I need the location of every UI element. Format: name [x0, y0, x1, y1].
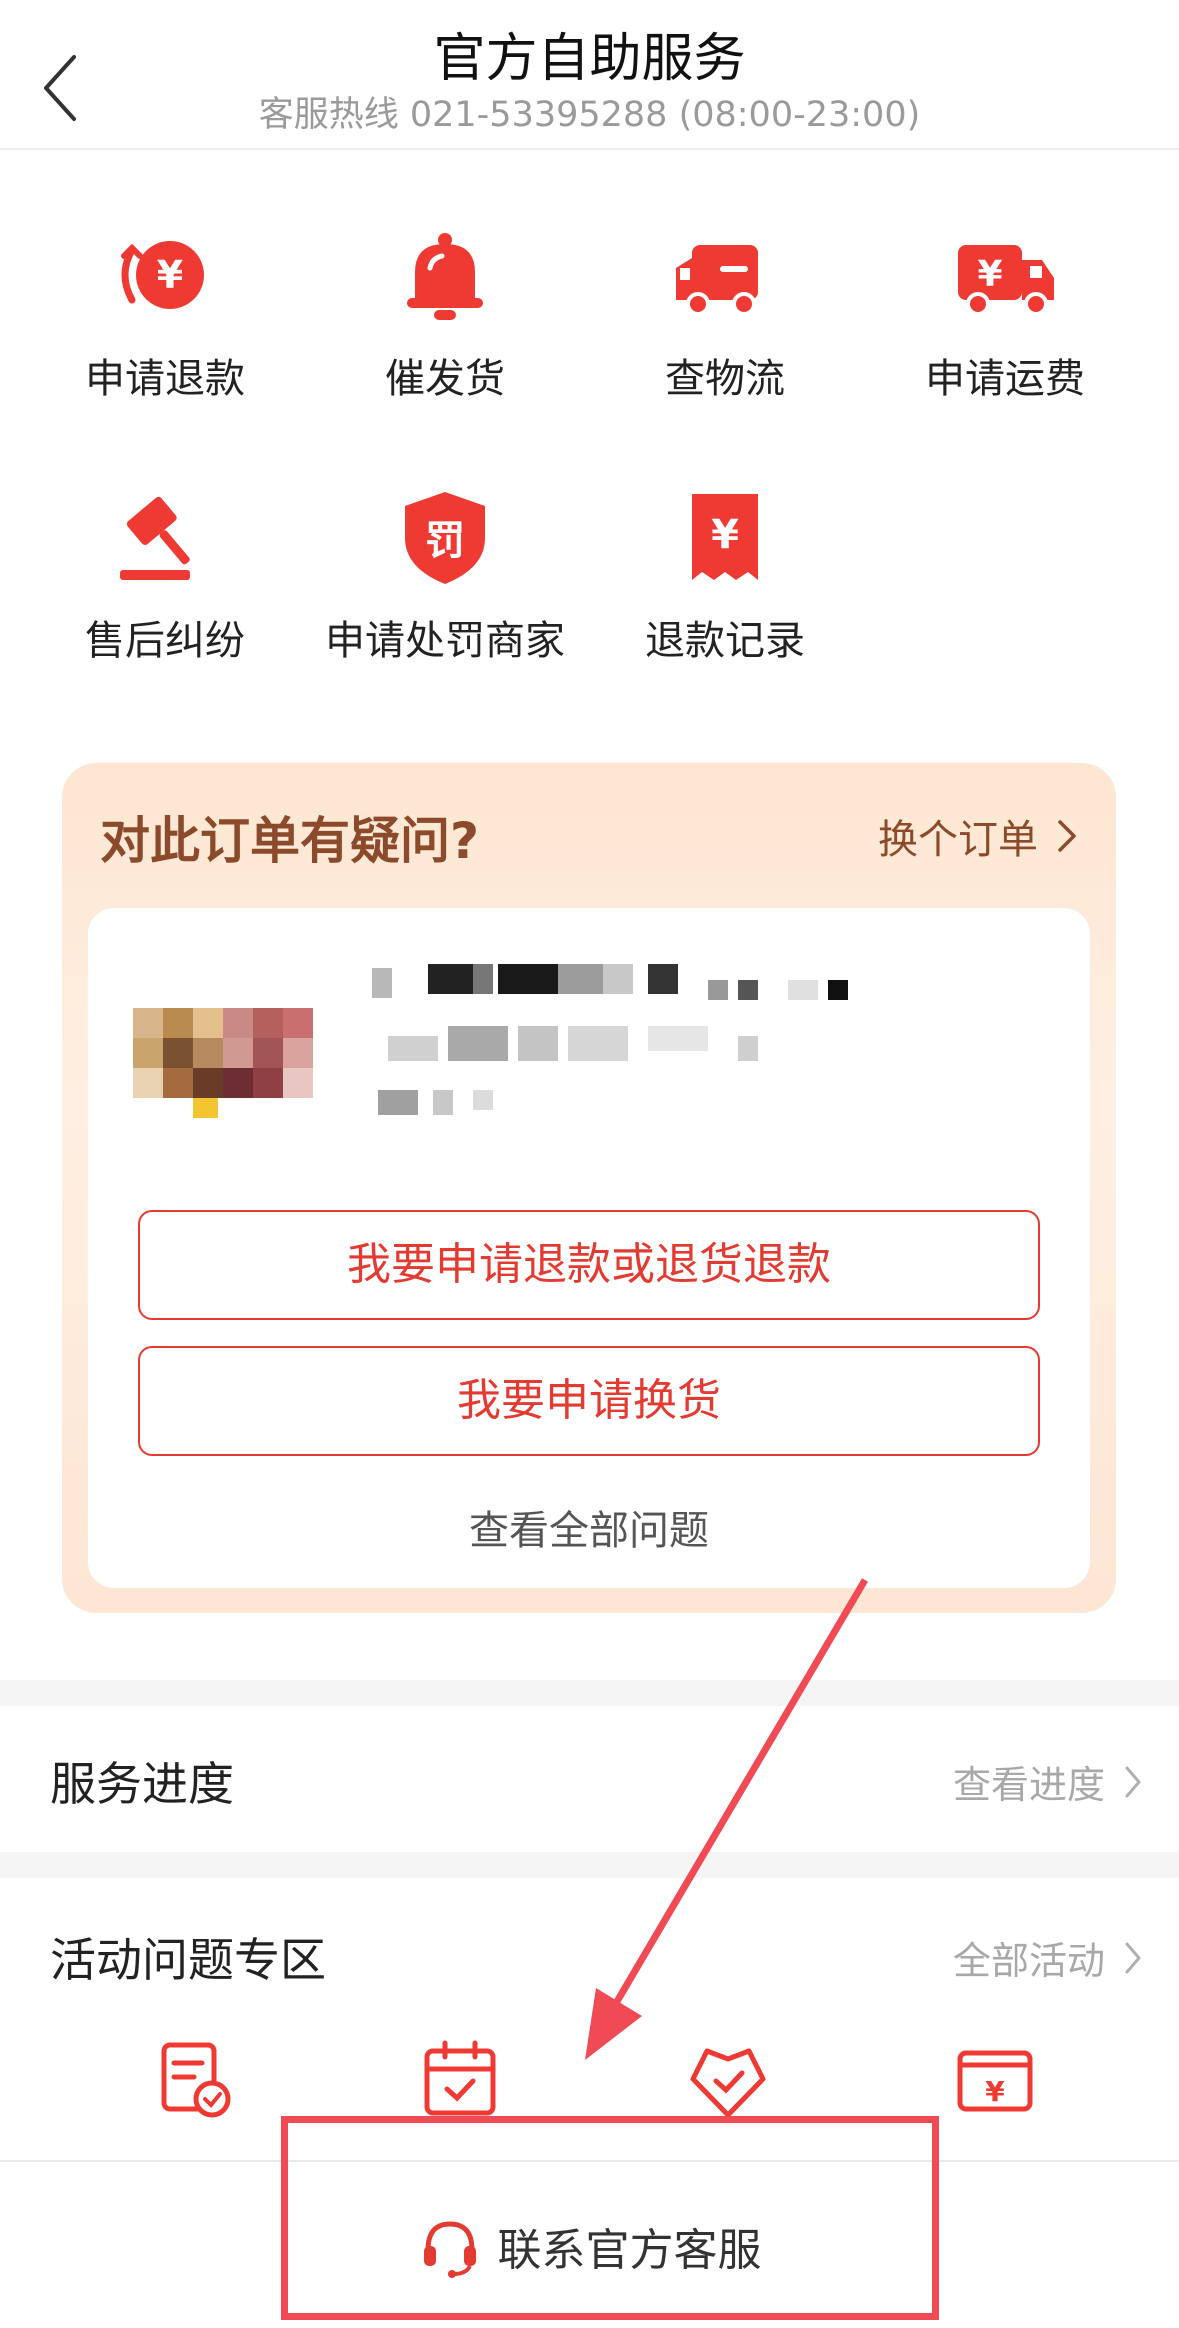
annotation-highlight-box — [281, 2116, 939, 2320]
calendar-check-icon[interactable] — [415, 2035, 505, 2125]
service-label: 查物流 — [665, 356, 785, 402]
service-label: 售后纠纷 — [85, 618, 245, 664]
view-progress-label: 查看进度 — [952, 1763, 1105, 1807]
order-question-title: 对此订单有疑问? — [100, 812, 480, 870]
order-question-card: 对此订单有疑问? 换个订单 我要申请退款或退货退款 我要申请换货 查看全部问题 — [62, 763, 1116, 1613]
refund-record-icon: ¥ — [670, 482, 780, 592]
service-label: 申请处罚商家 — [325, 618, 565, 664]
switch-order-label: 换个订单 — [878, 817, 1038, 863]
service-refund[interactable]: ¥ 申请退款 — [25, 150, 305, 402]
penalty-shield-icon: 罚 — [390, 482, 500, 592]
view-progress-link[interactable]: 查看进度 — [953, 1754, 1143, 1809]
svg-text:¥: ¥ — [985, 2075, 1005, 2108]
service-label: 申请运费 — [925, 356, 1085, 402]
yuan-card-icon[interactable]: ¥ — [950, 2035, 1040, 2125]
service-progress-title: 服务进度 — [50, 1757, 234, 1811]
heart-check-icon[interactable] — [683, 2035, 773, 2125]
service-refund-records[interactable]: ¥ 退款记录 — [585, 412, 865, 664]
page-title: 官方自助服务 — [433, 29, 746, 89]
service-label: 退款记录 — [645, 618, 805, 664]
request-exchange-button[interactable]: 我要申请换货 — [138, 1346, 1040, 1456]
order-detail-panel: 我要申请退款或退货退款 我要申请换货 查看全部问题 — [88, 908, 1090, 1588]
chevron-right-icon — [1125, 1766, 1141, 1797]
document-check-icon[interactable] — [150, 2035, 240, 2125]
self-service-page: 官方自助服务 客服热线 021-53395288 (08:00-23:00) ¥… — [0, 0, 1179, 2328]
hotline-text: 客服热线 021-53395288 (08:00-23:00) — [258, 95, 921, 135]
service-shipping-fee[interactable]: ¥ 申请运费 — [865, 150, 1145, 402]
header: 官方自助服务 客服热线 021-53395288 (08:00-23:00) — [0, 0, 1179, 150]
svg-text:¥: ¥ — [157, 253, 183, 297]
product-thumbnail[interactable] — [133, 1008, 333, 1118]
gavel-icon — [110, 482, 220, 592]
activity-zone-title: 活动问题专区 — [50, 1933, 326, 1987]
all-activities-label: 全部活动 — [952, 1939, 1105, 1983]
svg-text:罚: 罚 — [425, 518, 465, 564]
request-refund-button[interactable]: 我要申请退款或退货退款 — [138, 1210, 1040, 1320]
truck-icon — [670, 220, 780, 330]
service-track-logistics[interactable]: 查物流 — [585, 150, 865, 402]
service-grid: ¥ 申请退款 催发货 查物流 ¥ 申请运费 售后纠纷 罚 申请处罚商家 ¥ 退款… — [0, 150, 1179, 730]
service-label: 催发货 — [385, 356, 505, 402]
refund-yuan-icon: ¥ — [110, 220, 220, 330]
svg-text:¥: ¥ — [977, 254, 1002, 295]
section-divider — [0, 1852, 1179, 1878]
section-divider — [0, 1680, 1179, 1706]
service-after-sale-dispute[interactable]: 售后纠纷 — [25, 412, 305, 664]
chevron-right-icon — [1125, 1942, 1141, 1973]
bell-icon — [390, 220, 500, 330]
all-activities-link[interactable]: 全部活动 — [953, 1930, 1143, 1985]
svg-text:¥: ¥ — [711, 512, 739, 558]
chevron-right-icon — [1058, 820, 1076, 852]
shipping-fee-truck-icon: ¥ — [950, 220, 1060, 330]
service-urge-shipping[interactable]: 催发货 — [305, 150, 585, 402]
service-penalize-merchant[interactable]: 罚 申请处罚商家 — [305, 412, 585, 664]
service-label: 申请退款 — [85, 356, 245, 402]
switch-order-link[interactable]: 换个订单 — [878, 807, 1078, 865]
view-all-questions-link[interactable]: 查看全部问题 — [88, 1498, 1090, 1556]
